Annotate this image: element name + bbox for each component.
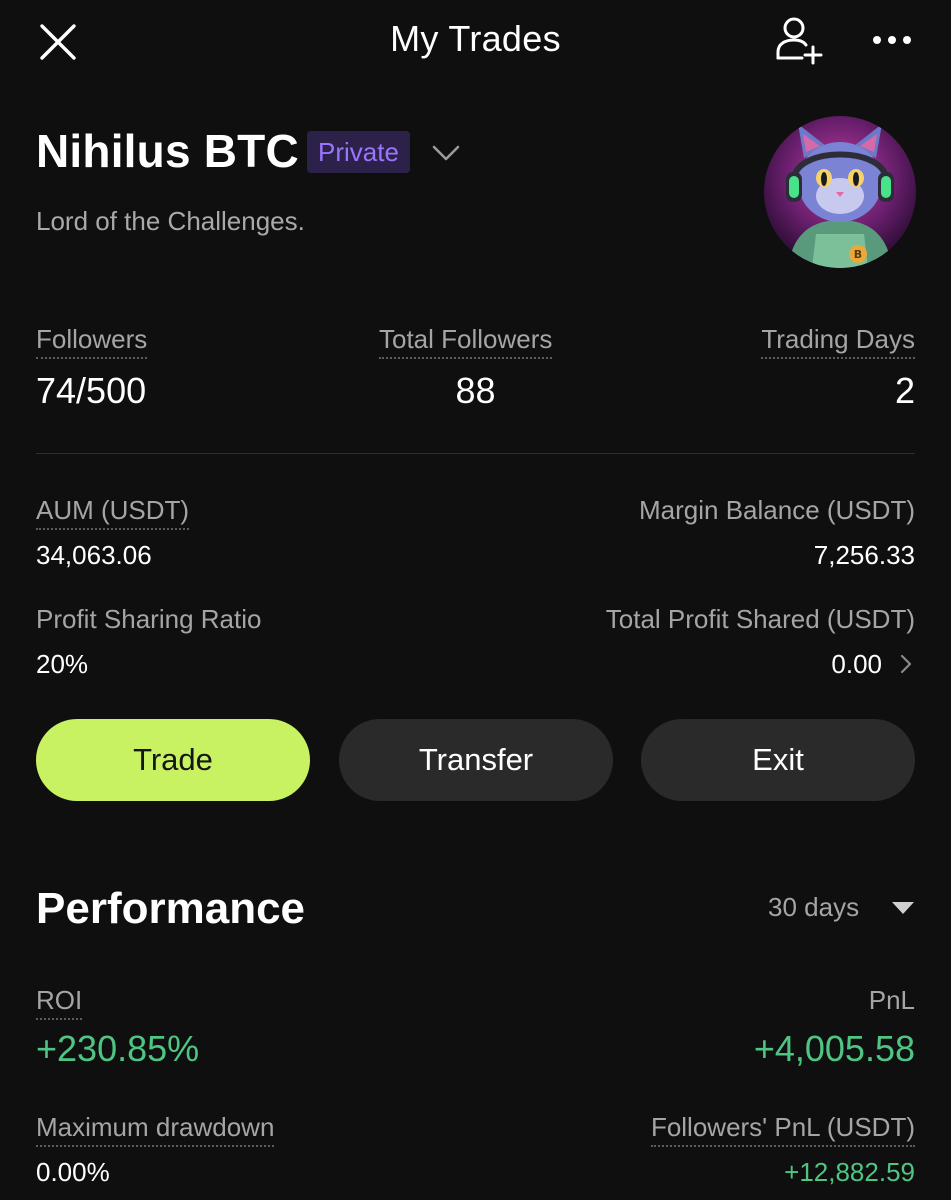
avatar[interactable]: B <box>764 116 916 268</box>
total-followers-value: 88 <box>455 370 496 411</box>
margin-balance-value: 7,256.33 <box>813 540 915 570</box>
my-trades-screen: My Trades Nihilus BTC Private Lord of th… <box>0 0 951 1200</box>
period-label: 30 days <box>768 892 860 922</box>
more-icon <box>873 36 911 44</box>
period-selector[interactable]: 30 days <box>768 892 915 926</box>
profit-sharing-ratio-label: Profit Sharing Ratio <box>36 604 262 634</box>
svg-text:B: B <box>854 248 862 261</box>
total-profit-shared-label: Total Profit Shared (USDT) <box>605 604 915 634</box>
exit-button[interactable]: Exit <box>641 719 915 801</box>
max-drawdown-label[interactable]: Maximum drawdown <box>36 1112 275 1147</box>
followers-pnl-label[interactable]: Followers' PnL (USDT) <box>650 1112 915 1147</box>
cat-avatar-image: B <box>764 116 916 268</box>
margin-balance-label: Margin Balance (USDT) <box>639 495 915 525</box>
trader-bio: Lord of the Challenges. <box>36 206 305 236</box>
pnl-value: +4,005.58 <box>753 1028 915 1069</box>
total-followers-label[interactable]: Total Followers <box>379 324 553 359</box>
roi-label[interactable]: ROI <box>36 985 83 1020</box>
section-divider <box>36 453 915 454</box>
pnl-label: PnL <box>868 985 915 1015</box>
privacy-badge: Private <box>307 131 410 173</box>
add-user-icon <box>776 17 823 65</box>
privacy-dropdown-toggle[interactable] <box>428 136 464 170</box>
transfer-button[interactable]: Transfer <box>339 719 613 801</box>
total-profit-shared-value[interactable]: 0.00 <box>831 649 882 680</box>
more-options-button[interactable] <box>868 22 916 58</box>
total-profit-shared-link[interactable] <box>898 653 914 675</box>
followers-pnl-value: +12,882.59 <box>784 1157 915 1187</box>
trade-button[interactable]: Trade <box>36 719 310 801</box>
roi-value: +230.85% <box>36 1028 200 1069</box>
trading-days-value: 2 <box>894 370 915 411</box>
aum-value: 34,063.06 <box>36 540 152 570</box>
caret-down-icon <box>892 902 914 914</box>
chevron-right-icon <box>900 654 912 674</box>
profit-sharing-ratio-value: 20% <box>36 649 89 679</box>
trader-name: Nihilus BTC <box>36 125 299 177</box>
top-bar: My Trades <box>0 0 951 82</box>
chevron-down-icon <box>432 145 460 161</box>
trading-days-label[interactable]: Trading Days <box>761 324 915 359</box>
performance-title: Performance <box>36 884 306 933</box>
max-drawdown-value: 0.00% <box>36 1157 110 1187</box>
aum-label[interactable]: AUM (USDT) <box>36 495 190 530</box>
followers-label[interactable]: Followers <box>36 324 148 359</box>
add-user-button[interactable] <box>772 14 824 66</box>
